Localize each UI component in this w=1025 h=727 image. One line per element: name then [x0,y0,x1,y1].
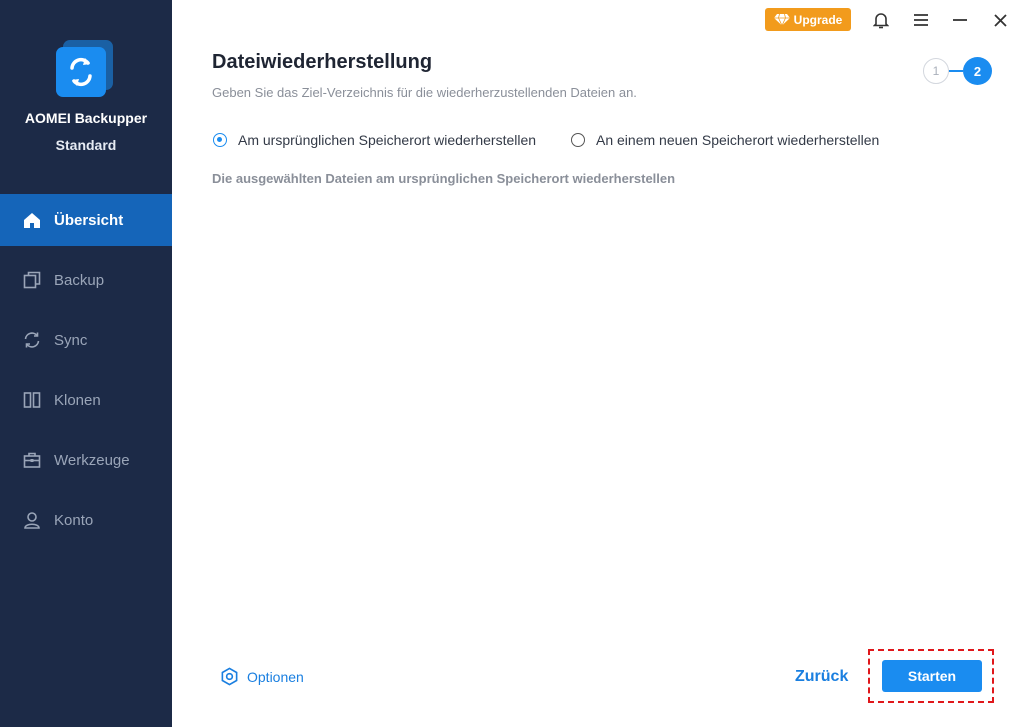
radio-original-label: Am ursprünglichen Speicherort wiederhers… [238,132,537,148]
diamond-icon [773,13,790,26]
page-title: Dateiwiederherstellung [212,51,433,73]
clone-icon [23,392,41,408]
bell-icon[interactable] [870,9,892,31]
sidebar-item-label: Übersicht [54,211,124,229]
back-button[interactable]: Zurück [795,668,848,686]
minimize-icon[interactable] [949,9,971,31]
sidebar-item-label: Klonen [54,391,101,409]
user-icon [24,512,40,529]
backup-icon [23,271,41,289]
upgrade-button[interactable]: Upgrade [765,8,851,31]
sidebar-item-backup[interactable]: Backup [0,254,172,306]
page-subtitle: Geben Sie das Ziel-Verzeichnis für die w… [212,85,637,100]
radio-new-location[interactable]: An einem neuen Speicherort wiederherstel… [571,132,879,148]
options-button[interactable]: Optionen [220,667,304,686]
step-1: 1 [923,58,949,84]
radio-new-label: An einem neuen Speicherort wiederherstel… [596,132,880,148]
step-indicator: 1 2 [923,57,993,85]
sidebar-item-clone[interactable]: Klonen [0,374,172,426]
sidebar-item-label: Werkzeuge [54,451,130,469]
menu-icon[interactable] [910,9,932,31]
step-2-current: 2 [963,57,992,85]
restore-description: Die ausgewählten Dateien am ursprünglich… [212,171,676,186]
start-button[interactable]: Starten [882,660,982,692]
sync-icon [24,332,40,348]
sidebar-item-label: Konto [54,511,94,529]
sidebar-item-account[interactable]: Konto [0,494,172,546]
sidebar-item-label: Sync [54,331,88,349]
radio-button-checked[interactable] [213,133,227,147]
toolbox-icon [23,452,41,468]
sidebar-item-sync[interactable]: Sync [0,314,172,366]
radio-button-unchecked[interactable] [571,133,585,147]
radio-original-location[interactable]: Am ursprünglichen Speicherort wiederhers… [213,132,536,148]
step-connector [949,70,963,72]
app-logo-icon [55,38,115,98]
upgrade-label: Upgrade [793,12,843,27]
app-edition: Standard [55,137,117,153]
sidebar-item-overview[interactable]: Übersicht [0,194,172,246]
close-icon[interactable] [989,9,1011,31]
sidebar-item-tools[interactable]: Werkzeuge [0,434,172,486]
sidebar-item-label: Backup [54,271,105,289]
sidebar: AOMEI Backupper Standard Übersicht Backu… [0,0,172,727]
options-label: Optionen [247,668,304,685]
settings-hexagon-icon [221,667,238,686]
app-name: AOMEI Backupper [24,110,148,126]
home-icon [24,213,40,228]
